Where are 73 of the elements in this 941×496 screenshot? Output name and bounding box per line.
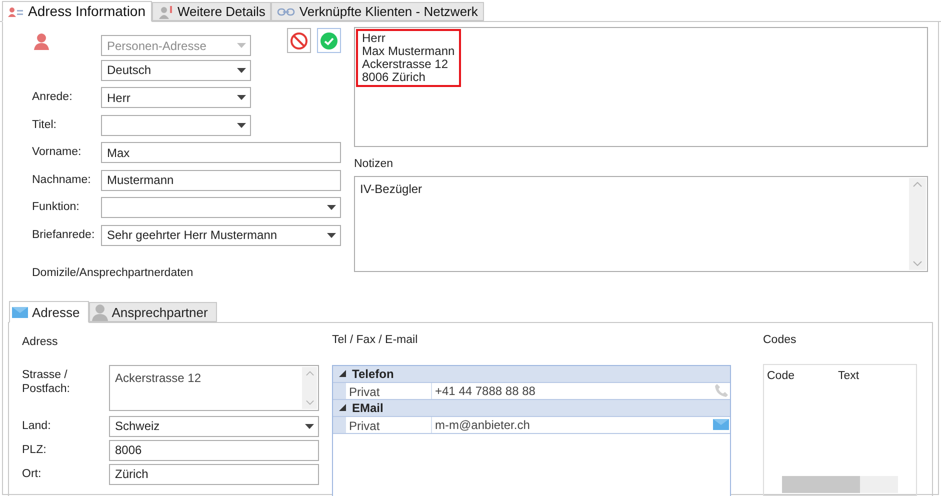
street-field[interactable]: Ackerstrasse 12 — [109, 364, 319, 410]
scroll-down-icon[interactable] — [306, 400, 314, 404]
check-icon — [320, 32, 338, 50]
caret-icon — [237, 68, 246, 72]
group-header[interactable]: EMail — [333, 400, 730, 416]
tab[interactable]: Ansprechpartner — [88, 302, 217, 322]
tab[interactable]: Adress Information — [2, 1, 152, 22]
field-label: Nachname: — [32, 172, 92, 188]
table-cell: Privat — [346, 382, 432, 398]
field-label: Titel: — [32, 118, 58, 133]
caret-icon — [327, 205, 336, 210]
cancel-button[interactable] — [287, 28, 311, 53]
tab[interactable]: Adresse — [9, 301, 89, 324]
notes-label: Notizen — [354, 158, 393, 170]
scroll-up-icon[interactable] — [913, 182, 922, 188]
input-field[interactable]: Zürich — [109, 464, 319, 484]
section-label: Domizile/Ansprechpartnerdaten — [32, 267, 194, 279]
address-line: Ackerstrasse 12 — [362, 58, 450, 71]
scrollbar[interactable] — [909, 178, 926, 270]
input-field[interactable]: Mustermann — [101, 170, 341, 191]
address-line: Herr — [362, 32, 386, 45]
person-icon — [158, 4, 174, 18]
field-label: Land: — [22, 418, 52, 434]
field-label: Strasse / Postfach: — [22, 368, 71, 396]
notes-field[interactable]: IV-Bezügler — [354, 176, 928, 272]
dropdown[interactable]: Schweiz — [109, 416, 319, 436]
scrollbar-thumb[interactable] — [782, 476, 860, 494]
dropdown[interactable] — [101, 197, 341, 218]
table-cell: m-m@anbieter.ch — [432, 416, 730, 432]
contact-card-icon — [8, 6, 24, 18]
scroll-up-icon[interactable] — [306, 370, 314, 376]
envelope-icon[interactable] — [713, 419, 729, 430]
input-field[interactable]: 8006 — [109, 440, 319, 460]
scrollbar[interactable] — [782, 476, 898, 494]
confirm-button[interactable] — [317, 28, 341, 53]
prohibited-icon — [290, 32, 308, 50]
field-label: Anrede: — [32, 90, 74, 106]
dropdown[interactable]: Deutsch — [101, 60, 251, 80]
column-header[interactable]: Code — [767, 368, 838, 385]
field-label: Funktion: — [32, 200, 80, 216]
phone-icon[interactable] — [714, 383, 729, 398]
person-icon — [92, 304, 108, 321]
tab[interactable]: Weitere Details — [152, 2, 272, 21]
dropdown[interactable]: Sehr geehrter Herr Mustermann — [101, 224, 341, 246]
section-title: Tel / Fax / E-mail — [332, 333, 419, 348]
address-line: Max Mustermann — [362, 45, 455, 58]
input-field[interactable]: Max — [101, 142, 341, 164]
tab[interactable]: Verknüpfte Klienten - Netzwerk — [271, 2, 484, 21]
field-label: Ort: — [22, 466, 42, 482]
dropdown[interactable] — [101, 114, 251, 136]
expanded-icon[interactable] — [339, 404, 346, 411]
caret-icon — [237, 122, 246, 128]
section-title: Adress — [22, 336, 58, 348]
table-cell: Privat — [346, 416, 432, 432]
field-label: Briefanrede: — [32, 228, 96, 243]
address-line: 8006 Zürich — [362, 71, 426, 84]
person-icon — [34, 33, 49, 50]
link-icon — [277, 8, 296, 16]
dropdown[interactable]: Herr — [101, 87, 251, 108]
caret-icon — [327, 232, 336, 238]
caret-icon — [305, 424, 314, 428]
scroll-down-icon[interactable] — [913, 261, 922, 266]
section-title: Codes — [763, 333, 798, 348]
envelope-icon — [12, 306, 28, 318]
caret-icon — [237, 43, 246, 48]
expanded-icon[interactable] — [339, 370, 346, 377]
column-header[interactable]: Text — [838, 368, 909, 385]
field-label: Vorname: — [32, 145, 82, 160]
group-header[interactable]: Telefon — [333, 366, 730, 382]
table-cell: +41 44 7888 88 88 — [432, 382, 730, 398]
field-label: PLZ: — [22, 442, 48, 458]
caret-icon — [237, 95, 246, 100]
scrollbar[interactable] — [302, 366, 317, 408]
